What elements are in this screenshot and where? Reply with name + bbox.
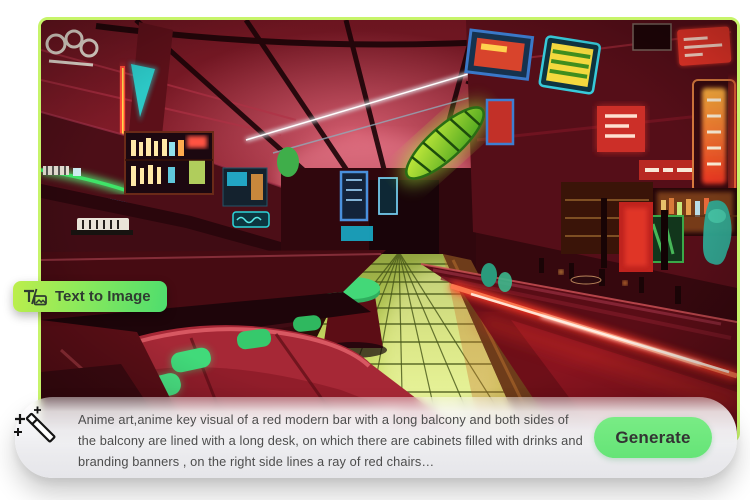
prompt-line: Anime art,anime key visual of a red mode… [78,409,583,430]
text-to-image-icon [23,288,47,306]
prompt-bar: Anime art,anime key visual of a red mode… [15,397,737,478]
magic-wand-cursor-icon [12,401,68,453]
generate-button[interactable]: Generate [594,417,712,458]
bar-scene-illustration [41,20,737,440]
prompt-line: the balcony are lined with a long desk, … [78,430,583,451]
text-to-image-badge[interactable]: Text to Image [13,281,167,312]
text-to-image-app: Anime art,anime key visual of a red mode… [0,0,750,500]
prompt-input[interactable]: Anime art,anime key visual of a red mode… [78,409,583,472]
generated-image [38,17,740,443]
prompt-line: branding banners , on the right side lin… [78,451,583,472]
badge-label: Text to Image [55,288,151,305]
